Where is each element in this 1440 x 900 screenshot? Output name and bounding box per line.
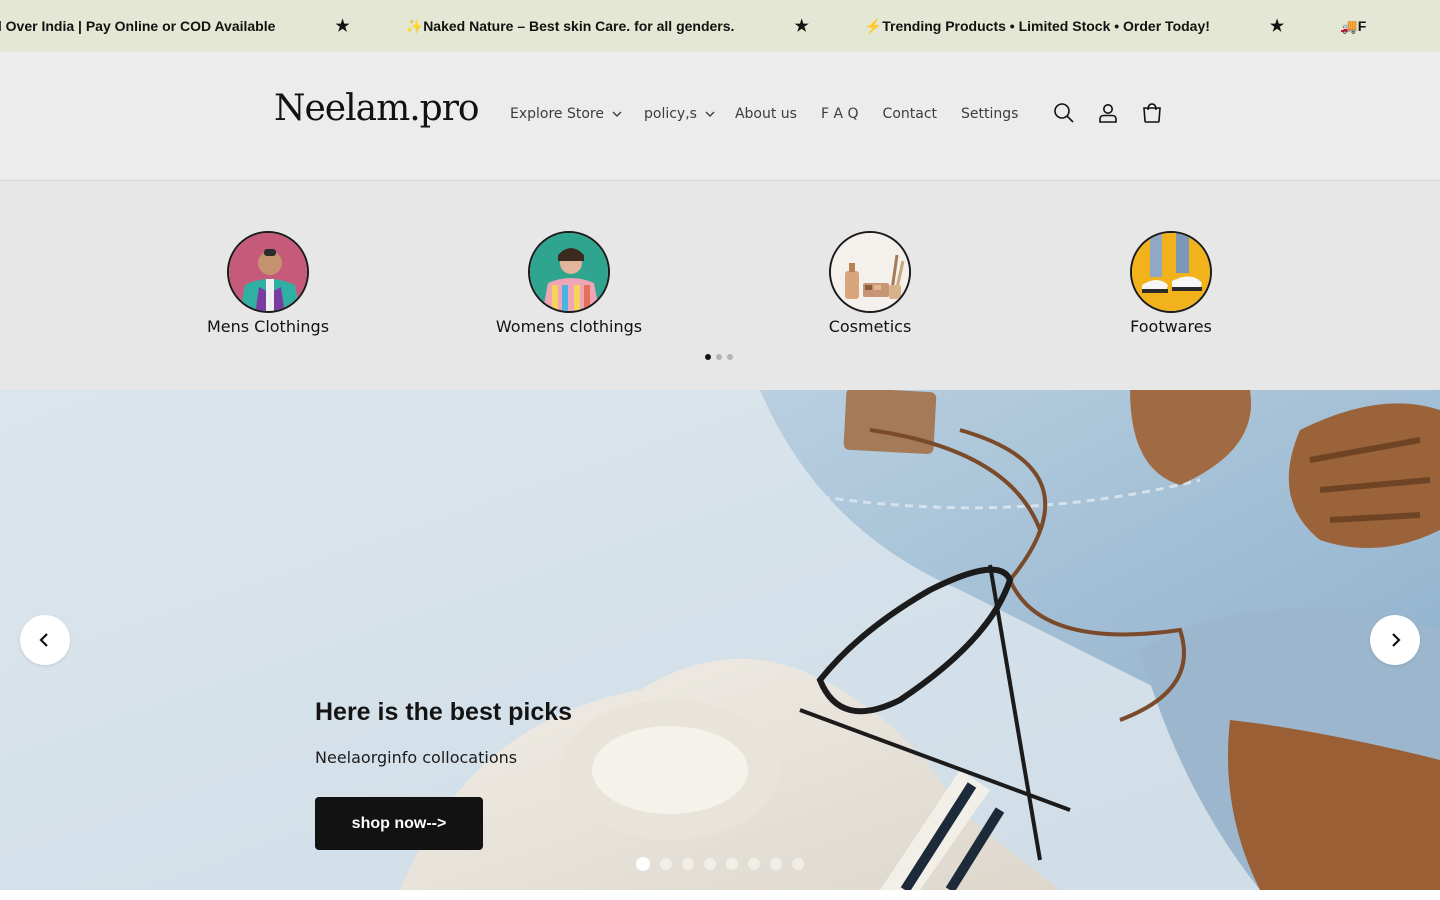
category-mens-clothings[interactable]: Mens Clothings (168, 231, 368, 336)
category-label: Womens clothings (495, 317, 643, 336)
category-thumbnail (1130, 231, 1212, 313)
hero-slideshow: Here is the best picks Neelaorginfo coll… (0, 390, 1440, 890)
search-icon[interactable] (1050, 99, 1078, 127)
category-thumbnail (528, 231, 610, 313)
announcement-bar: ll Over India | Pay Online or COD Availa… (0, 0, 1440, 52)
chevron-left-icon (39, 633, 48, 647)
chevron-right-icon (1392, 633, 1401, 647)
category-footwares[interactable]: Footwares (1071, 231, 1271, 336)
category-cosmetics[interactable]: Cosmetics (770, 231, 970, 336)
chevron-down-icon (705, 111, 715, 117)
nav-label: Contact (882, 106, 938, 122)
pagination-dot[interactable] (682, 858, 694, 870)
nav-explore-store[interactable]: Explore Store (510, 106, 622, 122)
pagination-dot[interactable] (704, 858, 716, 870)
hero-pagination (636, 857, 814, 871)
nav-label: policy,s (644, 106, 697, 122)
pagination-dot[interactable] (660, 858, 672, 870)
category-label: Footwares (1130, 317, 1212, 336)
nav-label: Explore Store (510, 106, 604, 122)
category-carousel: Mens Clothings Womens clothings Cosmetic… (0, 181, 1440, 390)
hero-subtitle: Neelaorginfo collocations (315, 748, 518, 767)
nav-policies[interactable]: policy,s (644, 106, 715, 122)
nav-settings[interactable]: Settings (961, 106, 1018, 122)
main-nav: Explore Store policy,s About us F A Q Co… (510, 106, 1018, 122)
announcement-item: ✨Naked Nature – Best skin Care. for all … (405, 17, 735, 34)
site-header: Neelam.pro Explore Store policy,s About … (0, 52, 1440, 181)
account-icon[interactable] (1094, 99, 1122, 127)
pagination-dot[interactable] (705, 354, 711, 360)
chevron-down-icon (612, 111, 622, 117)
star-icon: ★ (794, 18, 809, 35)
nav-label: Settings (961, 106, 1019, 122)
category-thumbnail (227, 231, 309, 313)
star-icon: ★ (1269, 18, 1285, 35)
hero-image (0, 390, 1440, 890)
pagination-dot[interactable] (748, 858, 760, 870)
next-slide-button[interactable] (1370, 615, 1420, 665)
header-icons (1050, 99, 1182, 127)
category-label: Cosmetics (828, 317, 912, 336)
shop-now-button[interactable]: shop now--> (315, 797, 483, 850)
pagination-dot[interactable] (716, 354, 722, 360)
announcement-item: 🚚F (1340, 17, 1367, 34)
nav-about-us[interactable]: About us (735, 106, 797, 122)
star-icon: ★ (335, 18, 350, 35)
pagination-dot[interactable] (727, 354, 733, 360)
pagination-dot[interactable] (770, 858, 782, 870)
announcement-item: ll Over India | Pay Online or COD Availa… (0, 18, 276, 34)
site-logo[interactable]: Neelam.pro (274, 88, 480, 129)
announcement-marquee: ll Over India | Pay Online or COD Availa… (0, 0, 1366, 52)
category-womens-clothings[interactable]: Womens clothings (469, 231, 669, 336)
nav-label: About us (734, 106, 797, 122)
cart-icon[interactable] (1138, 99, 1166, 127)
hero-title: Here is the best picks (315, 698, 573, 726)
announcement-item: ⚡Trending Products • Limited Stock • Ord… (864, 17, 1210, 34)
pagination-dot[interactable] (636, 857, 650, 871)
nav-contact[interactable]: Contact (883, 106, 937, 122)
nav-label: F A Q (820, 106, 859, 122)
pagination-dot[interactable] (792, 858, 804, 870)
pagination-dot[interactable] (726, 858, 738, 870)
category-pagination (705, 354, 738, 360)
nav-faq[interactable]: F A Q (821, 106, 859, 122)
category-thumbnail (829, 231, 911, 313)
previous-slide-button[interactable] (20, 615, 70, 665)
category-label: Mens Clothings (206, 317, 330, 336)
